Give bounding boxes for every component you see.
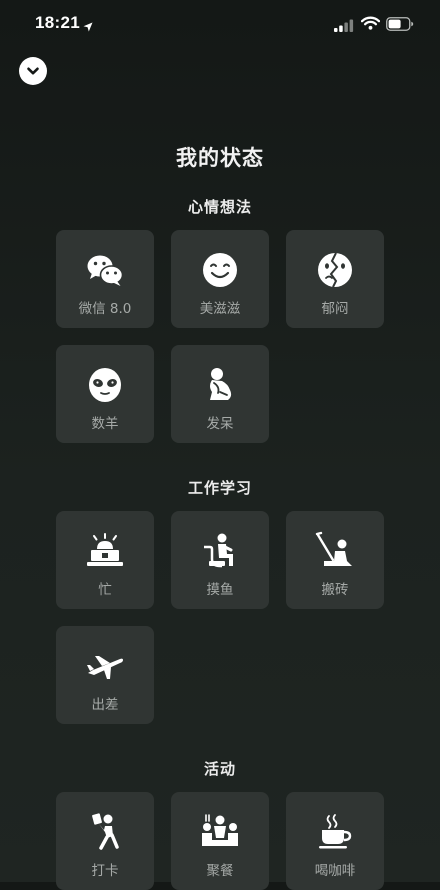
status-tile-label: 郁闷 (321, 301, 349, 317)
status-tile-label: 搬砖 (321, 582, 349, 598)
status-tile-happy[interactable]: 美滋滋 (171, 230, 269, 328)
status-tile-slacking[interactable]: 摸鱼 (171, 511, 269, 609)
status-tile-brick-moving[interactable]: 搬砖 (286, 511, 384, 609)
status-tile-check-in[interactable]: 打卡 (56, 792, 154, 890)
status-tile-daze[interactable]: 发呆 (171, 345, 269, 443)
gloomy-face-icon (318, 252, 352, 288)
status-tile-label: 忙 (98, 582, 112, 598)
status-tile-label: 摸鱼 (206, 582, 234, 598)
smile-face-icon (203, 253, 237, 287)
status-tile-busy[interactable]: 忙 (56, 511, 154, 609)
cellular-signal-icon (334, 17, 354, 36)
status-tile-business-trip[interactable]: 出差 (56, 626, 154, 724)
status-tile-gathering-meal[interactable]: 聚餐 (171, 792, 269, 890)
sheep-face-icon (89, 368, 121, 402)
status-tile-label: 数羊 (91, 416, 119, 432)
coffee-cup-icon (319, 814, 352, 849)
status-tile-wechat[interactable]: 微信 8.0 (56, 230, 154, 328)
check-in-icon (92, 813, 119, 850)
status-tile-label: 喝咖啡 (314, 863, 356, 879)
section-title-activity: 活动 (203, 760, 236, 778)
status-tile-gloomy[interactable]: 郁闷 (286, 230, 384, 328)
section-title-work-study: 工作学习 (187, 479, 252, 497)
status-tile-label: 微信 8.0 (78, 301, 132, 317)
section-title-mood: 心情想法 (187, 198, 252, 216)
battery-icon (386, 16, 414, 35)
slacking-toilet-icon (204, 533, 233, 568)
page-title: 我的状态 (176, 146, 264, 170)
busy-alarm-laptop-icon (87, 533, 123, 566)
wechat-icon (87, 255, 124, 286)
chevron-down-icon (27, 67, 39, 75)
wifi-icon (360, 15, 381, 34)
gathering-meal-icon (202, 814, 238, 846)
status-tile-label: 打卡 (91, 863, 119, 879)
collapse-button[interactable] (19, 57, 47, 85)
status-tile-label: 出差 (91, 697, 119, 713)
airplane-icon (87, 656, 123, 679)
status-tile-coffee[interactable]: 喝咖啡 (286, 792, 384, 890)
status-bar: 18:21 (0, 0, 440, 50)
status-time: 18:21 (35, 13, 80, 32)
status-tile-label: 聚餐 (206, 863, 234, 879)
location-arrow-icon (83, 17, 93, 36)
status-tile-label: 美滋滋 (199, 301, 241, 317)
status-tile-counting-sheep[interactable]: 数羊 (56, 345, 154, 443)
status-tile-label: 发呆 (206, 416, 234, 432)
brick-moving-icon (315, 531, 352, 566)
daze-figure-icon (210, 368, 232, 400)
